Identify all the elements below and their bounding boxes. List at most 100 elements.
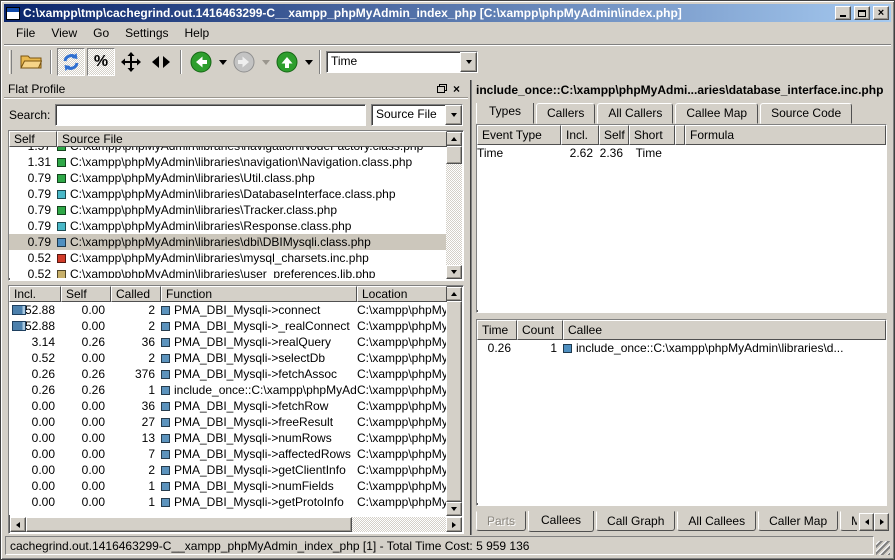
scroll-thumb[interactable]	[446, 301, 462, 502]
tab-callers[interactable]: Callers	[536, 103, 595, 124]
column-header-source-source-file[interactable]: Source File	[57, 131, 447, 147]
minimize-button[interactable]	[835, 6, 851, 20]
table-row[interactable]: 1.57C:\xampp\phpMyAdmin\libraries\naviga…	[9, 147, 447, 154]
search-input[interactable]	[55, 104, 366, 126]
tabs-scroll-left-button[interactable]	[859, 513, 874, 531]
table-row[interactable]: 0.260.261include_once::C:\xampp\phpMyAd.…	[9, 382, 447, 398]
table-row[interactable]: 3.140.2636PMA_DBI_Mysqli->realQueryC:\xa…	[9, 334, 447, 350]
flat-profile-dock: Flat Profile × Search: Source File SelfS…	[4, 80, 468, 535]
column-header-function-called[interactable]: Called	[111, 286, 161, 302]
forward-button[interactable]	[230, 48, 258, 76]
open-file-button[interactable]	[17, 48, 45, 76]
back-button[interactable]	[187, 48, 215, 76]
tab-source-code[interactable]: Source Code	[760, 103, 852, 124]
toolbar-handle[interactable]	[9, 50, 12, 74]
table-row[interactable]: 0.000.0036PMA_DBI_Mysqli->fetchRowC:\xam…	[9, 398, 447, 414]
table-row[interactable]: 0.52C:\xampp\phpMyAdmin\libraries\mysql_…	[9, 250, 447, 266]
table-row[interactable]: 0.79C:\xampp\phpMyAdmin\libraries\Util.c…	[9, 170, 447, 186]
scroll-thumb[interactable]	[446, 146, 462, 164]
column-header-types-event-type[interactable]: Event Type	[477, 125, 561, 145]
tab-types[interactable]: Types	[476, 103, 534, 124]
table-row[interactable]: 52.880.002PMA_DBI_Mysqli->connectC:\xamp…	[9, 302, 447, 318]
column-header-callees-time[interactable]: Time	[477, 320, 517, 340]
table-row[interactable]: 0.79C:\xampp\phpMyAdmin\libraries\Tracke…	[9, 202, 447, 218]
resize-grip-icon[interactable]	[876, 541, 890, 555]
back-dropdown[interactable]	[217, 48, 228, 76]
event-type-selector[interactable]: Time	[326, 51, 478, 73]
column-header-types-short[interactable]: Short	[629, 125, 675, 145]
table-row[interactable]: 0.79C:\xampp\phpMyAdmin\libraries\Respon…	[9, 218, 447, 234]
tabs-scroll-right-button[interactable]	[874, 513, 889, 531]
table-row[interactable]: 0.000.002PMA_DBI_Mysqli->getClientInfoC:…	[9, 462, 447, 478]
scroll-left-button[interactable]	[10, 517, 26, 532]
column-header-function-incl[interactable]: Incl.	[9, 286, 61, 302]
scroll-down-button[interactable]	[446, 265, 462, 279]
column-header-function-function[interactable]: Function	[161, 286, 357, 302]
up-button[interactable]	[273, 48, 301, 76]
column-header-types-spacer[interactable]	[675, 125, 685, 145]
table-cell: 0.00	[61, 430, 111, 446]
scroll-down-button[interactable]	[446, 502, 462, 516]
table-row[interactable]: Time2.622.36 Time	[477, 145, 886, 161]
menu-go[interactable]: Go	[85, 23, 117, 43]
scroll-thumb[interactable]	[26, 517, 352, 532]
group-by-dropdown-button[interactable]	[445, 105, 462, 125]
scroll-right-button[interactable]	[446, 517, 462, 532]
function-table-hscrollbar[interactable]	[10, 516, 462, 532]
menu-help[interactable]: Help	[177, 23, 218, 43]
relative-percent-button[interactable]: %	[87, 48, 115, 76]
column-header-function-location[interactable]: Location	[357, 286, 447, 302]
table-row[interactable]: 0.261include_once::C:\xampp\phpMyAdmin\l…	[477, 340, 886, 356]
column-header-types-formula[interactable]: Formula	[685, 125, 886, 145]
dock-close-button[interactable]: ×	[449, 82, 464, 95]
tab-callee-map[interactable]: Callee Map	[675, 103, 758, 124]
tab-machine[interactable]: Machine	[840, 511, 857, 531]
column-header-callees-callee[interactable]: Callee	[563, 320, 886, 340]
maximize-button[interactable]	[854, 6, 870, 20]
table-cell: 0.79	[9, 218, 57, 234]
file-type-icon	[161, 434, 170, 443]
shorten-templates-button[interactable]	[147, 48, 175, 76]
tab-caller-map[interactable]: Caller Map	[758, 511, 838, 531]
table-row[interactable]: 0.000.001PMA_DBI_Mysqli->getProtoInfoC:\…	[9, 494, 447, 510]
group-by-selector[interactable]: Source File	[371, 104, 463, 126]
column-header-types-incl[interactable]: Incl.	[561, 125, 599, 145]
dock-title-bar[interactable]: Flat Profile ×	[4, 80, 468, 98]
menu-file[interactable]: File	[8, 23, 43, 43]
table-row[interactable]: 0.000.0013PMA_DBI_Mysqli->numRowsC:\xamp…	[9, 430, 447, 446]
scroll-up-button[interactable]	[446, 287, 462, 301]
column-header-types-self[interactable]: Self	[599, 125, 629, 145]
table-row[interactable]: 0.79C:\xampp\phpMyAdmin\libraries\Databa…	[9, 186, 447, 202]
dock-float-button[interactable]	[434, 82, 449, 95]
app-icon[interactable]	[6, 7, 20, 20]
column-header-source-self[interactable]: Self	[9, 131, 57, 147]
table-row[interactable]: 0.260.26376PMA_DBI_Mysqli->fetchAssocC:\…	[9, 366, 447, 382]
menu-settings[interactable]: Settings	[117, 23, 176, 43]
cycle-detection-button[interactable]	[117, 48, 145, 76]
column-header-callees-count[interactable]: Count	[517, 320, 563, 340]
tab-callees[interactable]: Callees	[528, 511, 594, 532]
forward-dropdown[interactable]	[260, 48, 271, 76]
menu-view[interactable]: View	[43, 23, 85, 43]
tab-call-graph[interactable]: Call Graph	[596, 511, 675, 531]
table-row[interactable]: 1.31C:\xampp\phpMyAdmin\libraries\naviga…	[9, 154, 447, 170]
table-row[interactable]: 0.000.001PMA_DBI_Mysqli->numFieldsC:\xam…	[9, 478, 447, 494]
source-table-vscrollbar[interactable]	[446, 132, 462, 279]
column-header-function-self[interactable]: Self	[61, 286, 111, 302]
up-dropdown[interactable]	[303, 48, 314, 76]
function-table-vscrollbar[interactable]	[446, 287, 462, 516]
callees-table-body: 0.261include_once::C:\xampp\phpMyAdmin\l…	[477, 340, 886, 503]
table-row[interactable]: 0.79C:\xampp\phpMyAdmin\libraries\dbi\DB…	[9, 234, 447, 250]
reload-button[interactable]	[57, 48, 85, 76]
table-row[interactable]: 0.520.002PMA_DBI_Mysqli->selectDbC:\xamp…	[9, 350, 447, 366]
tab-all-callers[interactable]: All Callers	[597, 103, 673, 124]
close-button[interactable]: ×	[873, 6, 889, 20]
tab-all-callees[interactable]: All Callees	[677, 511, 756, 531]
table-row[interactable]: 0.52C:\xampp\phpMyAdmin\libraries\user_p…	[9, 266, 447, 278]
title-bar[interactable]: C:\xampp\tmp\cachegrind.out.1416463299-C…	[4, 4, 891, 22]
scroll-up-button[interactable]	[446, 132, 462, 146]
table-row[interactable]: 52.880.002PMA_DBI_Mysqli->_realConnectC:…	[9, 318, 447, 334]
table-row[interactable]: 0.000.0027PMA_DBI_Mysqli->freeResultC:\x…	[9, 414, 447, 430]
table-row[interactable]: 0.000.007PMA_DBI_Mysqli->affectedRowsC:\…	[9, 446, 447, 462]
event-type-dropdown-button[interactable]	[460, 52, 477, 72]
